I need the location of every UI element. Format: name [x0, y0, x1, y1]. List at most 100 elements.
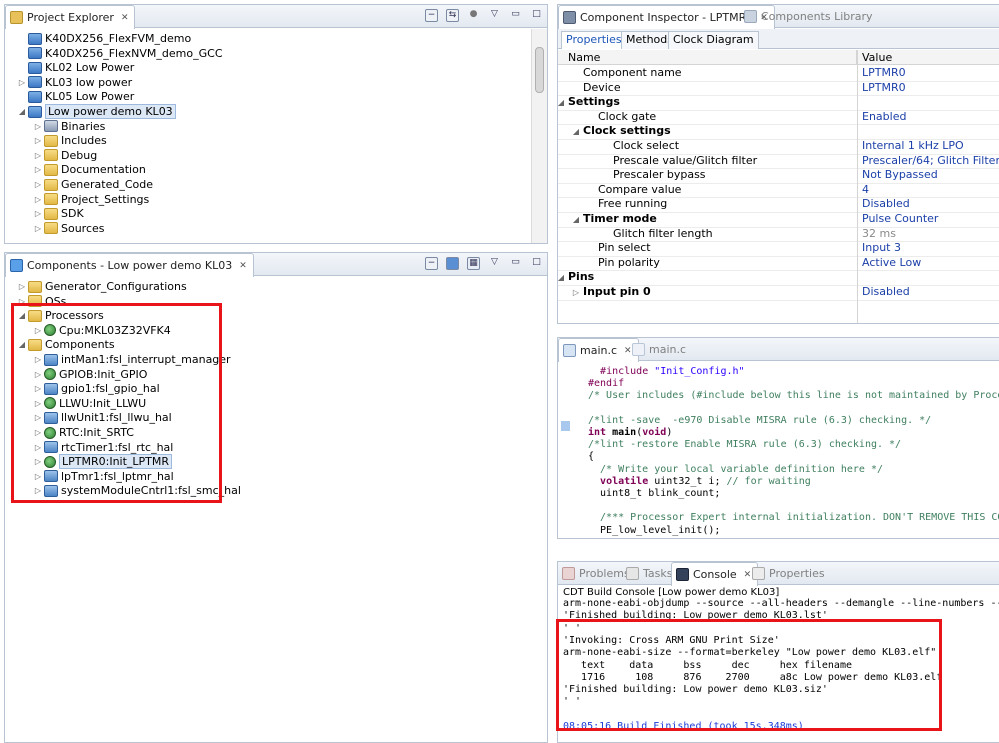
tree-arrow-icon[interactable]: ▷	[33, 399, 43, 408]
property-value[interactable]: 4	[862, 183, 869, 198]
component-tree-item[interactable]: ▷ gpio1:fsl_gpio_hal	[33, 381, 160, 396]
property-value[interactable]: Disabled	[862, 197, 910, 212]
tree-item[interactable]: ▷ SDK	[33, 206, 84, 221]
tree-arrow-icon[interactable]: ▷	[33, 370, 43, 379]
component-tree-item[interactable]: ▷ rtcTimer1:fsl_rtc_hal	[33, 440, 173, 455]
property-value[interactable]: Pulse Counter	[862, 212, 938, 227]
tab-console[interactable]: Console ✕	[671, 562, 759, 586]
tree-item[interactable]: ▷ KL03 low power	[17, 75, 132, 90]
collapsed-arrow-icon[interactable]: ▷	[33, 180, 43, 189]
expanded-arrow-icon[interactable]: ◢	[558, 271, 566, 286]
expanded-arrow-icon[interactable]: ◢	[558, 96, 566, 111]
collapse-all-icon[interactable]: −	[425, 257, 438, 270]
tab-tasks[interactable]: Tasks	[622, 562, 678, 585]
collapsed-arrow-icon[interactable]: ▷	[17, 78, 27, 87]
tree-arrow-icon[interactable]: ▷	[17, 282, 27, 291]
component-tree-item[interactable]: ▷ LPTMR0:Init_LPTMR	[33, 454, 173, 470]
subtab-properties[interactable]: Properties	[561, 31, 627, 49]
console-output[interactable]: CDT Build Console [Low power demo KL03] …	[558, 586, 999, 742]
close-icon[interactable]: ✕	[239, 261, 247, 271]
code-area[interactable]: #include "Init_Config.h" #endif/* User in…	[558, 362, 999, 538]
tree-item[interactable]: ◢ Low power demo KL03	[17, 104, 176, 119]
property-value[interactable]: LPTMR0	[862, 81, 906, 96]
tree-arrow-icon[interactable]: ▷	[17, 297, 27, 306]
property-value[interactable]: Not Bypassed	[862, 168, 938, 183]
tree-item[interactable]: ▷ Debug	[33, 148, 97, 163]
tab-components[interactable]: Components - Low power demo KL03 ✕	[5, 253, 254, 277]
component-tree-item[interactable]: ▷ GPIOB:Init_GPIO	[33, 367, 148, 382]
minimize-icon[interactable]: ▭	[509, 257, 522, 270]
component-tree-item[interactable]: ▷ llwUnit1:fsl_llwu_hal	[33, 410, 172, 425]
property-name[interactable]: Pin select	[598, 241, 651, 256]
subtab-clock-diagram[interactable]: Clock Diagram	[668, 31, 759, 49]
tree-arrow-icon[interactable]: ▷	[33, 355, 43, 364]
collapsed-arrow-icon[interactable]: ▷	[33, 136, 43, 145]
tree-item[interactable]: ▷ Generated_Code	[33, 177, 153, 192]
collapsed-arrow-icon[interactable]: ▷	[33, 122, 43, 131]
property-value[interactable]: Input 3	[862, 241, 901, 256]
maximize-icon[interactable]: □	[530, 257, 543, 270]
property-name[interactable]: ◢ Timer mode	[573, 212, 657, 227]
collapsed-arrow-icon[interactable]: ▷	[33, 224, 43, 233]
property-name[interactable]: ◢ Pins	[558, 270, 594, 285]
property-name[interactable]: Clock gate	[598, 110, 656, 125]
tree-item[interactable]: K40DX256_FlexNVM_demo_GCC	[17, 46, 223, 61]
tree-arrow-icon[interactable]: ◢	[17, 340, 27, 349]
collapse-all-icon[interactable]: −	[425, 9, 438, 22]
generate-code-icon[interactable]: ▦	[467, 257, 480, 270]
component-tree-item[interactable]: ▷ Cpu:MKL03Z32VFK4	[33, 323, 171, 338]
property-name[interactable]: Component name	[583, 66, 682, 81]
property-name[interactable]: Compare value	[598, 183, 681, 198]
component-tree-item[interactable]: ◢ Components	[17, 337, 115, 352]
property-value[interactable]: Active Low	[862, 256, 921, 271]
tree-item[interactable]: ▷ Includes	[33, 133, 107, 148]
tree-arrow-icon[interactable]: ▷	[33, 472, 43, 481]
expanded-arrow-icon[interactable]: ◢	[17, 107, 27, 116]
tree-arrow-icon[interactable]: ▷	[33, 457, 43, 466]
tab-project-explorer[interactable]: Project Explorer ✕	[5, 5, 136, 29]
view-menu-icon[interactable]: ▽	[488, 257, 501, 270]
tree-item[interactable]: ▷ Project_Settings	[33, 192, 149, 207]
link-editor-icon[interactable]: ⇆	[446, 9, 459, 22]
tab-properties[interactable]: Properties	[748, 562, 831, 585]
component-tree-item[interactable]: ▷ OSs	[17, 294, 66, 309]
collapsed-arrow-icon[interactable]: ▷	[33, 195, 43, 204]
property-name[interactable]: Prescale value/Glitch filter	[613, 154, 757, 169]
scrollbar-thumb[interactable]	[535, 47, 544, 93]
property-name[interactable]: Free running	[598, 197, 667, 212]
tree-item[interactable]: KL02 Low Power	[17, 60, 134, 75]
property-value[interactable]: Internal 1 kHz LPO	[862, 139, 964, 154]
column-header-value[interactable]: Value	[857, 50, 999, 65]
property-value[interactable]: Prescaler/64; Glitch Filter 32	[862, 154, 999, 169]
component-tree-item[interactable]: ▷ intMan1:fsl_interrupt_manager	[33, 352, 231, 367]
property-value[interactable]: Enabled	[862, 110, 906, 125]
component-tree-item[interactable]: ▷ RTC:Init_SRTC	[33, 425, 134, 440]
minimize-icon[interactable]: ▭	[509, 9, 522, 22]
tree-item[interactable]: K40DX256_FlexFVM_demo	[17, 31, 191, 46]
column-header-name[interactable]: Name	[558, 50, 857, 65]
maximize-icon[interactable]: □	[530, 9, 543, 22]
property-name[interactable]: ◢ Clock settings	[573, 124, 671, 139]
property-value[interactable]: 32 ms	[862, 227, 896, 242]
property-value[interactable]: LPTMR0	[862, 66, 906, 81]
component-tree-item[interactable]: ▷ Generator_Configurations	[17, 279, 187, 294]
component-tree-item[interactable]: ▷ lpTmr1:fsl_lptmr_hal	[33, 469, 174, 484]
tree-arrow-icon[interactable]: ▷	[33, 486, 43, 495]
tab-main-c-2[interactable]: main.c	[628, 338, 692, 361]
close-icon[interactable]: ✕	[121, 13, 129, 23]
tree-arrow-icon[interactable]: ▷	[33, 326, 43, 335]
tree-arrow-icon[interactable]: ▷	[33, 413, 43, 422]
tree-arrow-icon[interactable]: ▷	[33, 443, 43, 452]
property-name[interactable]: Clock select	[613, 139, 679, 154]
property-name[interactable]: Device	[583, 81, 621, 96]
tree-arrow-icon[interactable]: ▷	[33, 428, 43, 437]
component-tree-item[interactable]: ▷ systemModuleCntrl1:fsl_smc_hal	[33, 483, 241, 498]
component-tree-item[interactable]: ◢ Processors	[17, 308, 104, 323]
collapsed-arrow-icon[interactable]: ▷	[571, 286, 581, 301]
collapsed-arrow-icon[interactable]: ▷	[33, 165, 43, 174]
expanded-arrow-icon[interactable]: ◢	[571, 213, 581, 228]
property-value[interactable]: Disabled	[862, 285, 910, 300]
tree-item[interactable]: ▷ Binaries	[33, 119, 105, 134]
tree-item[interactable]: ▷ Documentation	[33, 162, 146, 177]
property-name[interactable]: Pin polarity	[598, 256, 660, 271]
